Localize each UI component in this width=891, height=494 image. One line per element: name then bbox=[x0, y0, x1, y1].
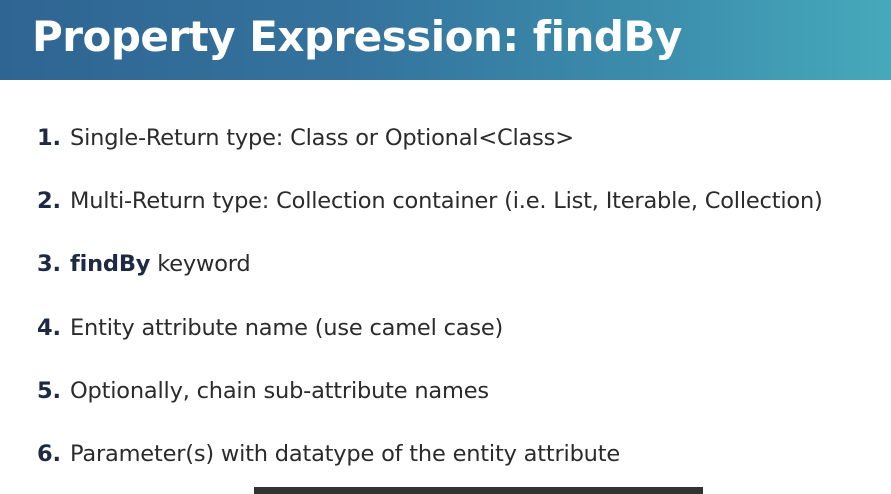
item-number: 2. bbox=[37, 188, 61, 215]
item-number: 5. bbox=[37, 377, 61, 404]
list-item: 4. Entity attribute name (use camel case) bbox=[37, 309, 823, 372]
item-text: keyword bbox=[150, 251, 251, 278]
item-text: Entity attribute name (use camel case) bbox=[70, 314, 504, 341]
item-text: Single-Return type: Class or Optional<Cl… bbox=[70, 125, 574, 151]
slide-title: Property Expression: findBy bbox=[32, 12, 682, 61]
list-item: 5. Optionally, chain sub-attribute names bbox=[37, 372, 823, 435]
bullet-list: 1. Single-Return type: Class or Optional<… bbox=[37, 119, 823, 494]
item-text: Multi-Return type: Collection container … bbox=[70, 188, 823, 215]
list-item: 3. findBy keyword bbox=[37, 245, 823, 308]
video-progress-bar[interactable] bbox=[254, 487, 703, 494]
list-item: 2. Multi-Return type: Collection containe… bbox=[37, 182, 823, 245]
list-item: 6. Parameter(s) with datatype of the enti… bbox=[37, 435, 823, 494]
item-number: 6. bbox=[37, 440, 61, 467]
item-keyword: findBy bbox=[70, 251, 151, 278]
item-number: 4. bbox=[37, 314, 61, 341]
slide: Property Expression: findBy 1. Single-Ret… bbox=[0, 0, 891, 494]
item-number: 3. bbox=[37, 251, 61, 278]
item-text: Optionally, chain sub-attribute names bbox=[70, 377, 489, 404]
header-bar: Property Expression: findBy bbox=[0, 0, 891, 80]
item-text: Parameter(s) with datatype of the entity… bbox=[70, 440, 620, 467]
list-item: 1. Single-Return type: Class or Optional<… bbox=[37, 119, 823, 182]
item-number: 1. bbox=[37, 125, 61, 151]
